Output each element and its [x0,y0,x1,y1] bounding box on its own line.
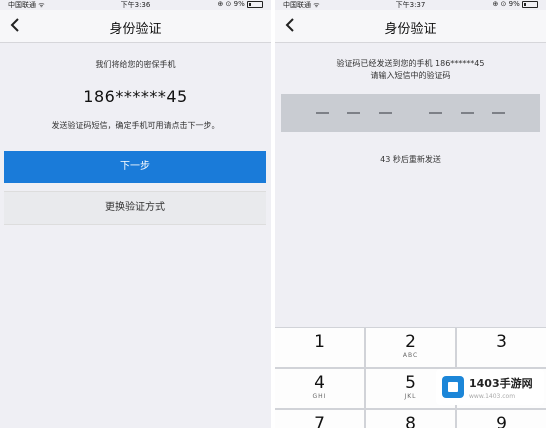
key-digit: 4 [314,373,325,393]
battery-indicator: ⊕ ⊙ 9% [217,0,263,8]
left-screen: 中国联通 ᯤ 下午3:36 ⊕ ⊙ 9% 身份验证 我们将给您的密保手机 186… [0,0,271,428]
change-method-button[interactable]: 更换验证方式 [4,191,266,225]
hint-text: 发送验证码短信，确定手机可用请点击下一步。 [51,121,220,130]
watermark-brand: 1403手游网 [469,377,533,390]
info-line-1: 验证码已经发送到您的手机 186******45 [336,59,485,68]
key-4[interactable]: 4 GHI [275,369,364,408]
right-screen: 中国联通 ᯤ 下午3:37 ⊕ ⊙ 9% 身份验证 验证码已经发送到您的手机 1… [275,0,546,428]
code-input[interactable] [281,94,540,132]
nav-bar: 身份验证 [0,10,271,43]
site-watermark: 1403手游网 www.1403.com [436,369,544,405]
key-3[interactable]: 3 [457,328,546,367]
info-line-2: 请输入短信中的验证码 [370,71,451,80]
key-digit: 3 [496,332,507,352]
battery-icon [247,0,263,8]
key-letters: GHI [312,393,327,400]
phone-number: 186******45 [83,87,188,106]
key-1[interactable]: 1 [275,328,364,367]
info-line: 我们将给您的密保手机 [95,60,176,69]
key-digit: 1 [314,332,325,352]
battery-icon [522,0,538,8]
key-digit: 2 [405,332,416,352]
key-7[interactable]: 7 [275,410,364,428]
key-2[interactable]: 2 ABC [366,328,455,367]
code-slot-5 [461,112,474,114]
cube-logo-icon [442,376,464,398]
battery-label: ⊕ ⊙ 9% [492,0,520,8]
status-bar: 中国联通 ᯤ 下午3:37 ⊕ ⊙ 9% [275,0,546,10]
code-slot-6 [492,112,505,114]
code-slot-3 [379,112,392,114]
page-title: 身份验证 [109,22,162,37]
key-digit: 9 [496,414,507,428]
next-button[interactable]: 下一步 [4,151,266,183]
watermark-url: www.1403.com [469,393,516,400]
code-slot-1 [316,112,329,114]
battery-indicator: ⊕ ⊙ 9% [492,0,538,8]
key-digit: 8 [405,414,416,428]
battery-label: ⊕ ⊙ 9% [217,0,245,8]
page-title: 身份验证 [384,22,437,37]
resend-countdown: 43 秒后重新发送 [380,155,441,164]
nav-bar: 身份验证 [275,10,546,43]
status-bar: 中国联通 ᯤ 下午3:36 ⊕ ⊙ 9% [0,0,271,10]
key-digit: 7 [314,414,325,428]
key-9[interactable]: 9 [457,410,546,428]
code-slot-2 [347,112,360,114]
code-slot-4 [429,112,442,114]
key-8[interactable]: 8 [366,410,455,428]
key-letters: ABC [402,352,419,359]
